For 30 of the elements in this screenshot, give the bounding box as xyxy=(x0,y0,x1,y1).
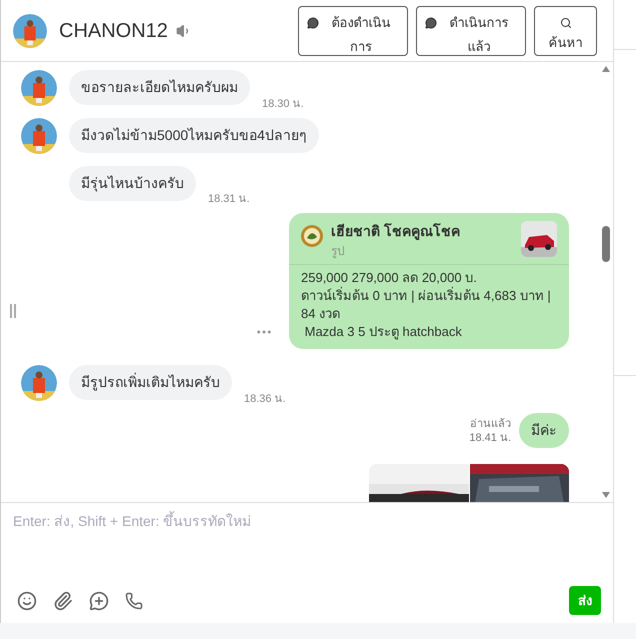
message-time: 18.31 น. xyxy=(208,192,250,206)
emoji-icon[interactable] xyxy=(17,590,37,610)
header-button[interactable]: ค้นหา xyxy=(534,6,597,56)
message-input[interactable]: Enter: ส่ง, Shift + Enter: ขึ้นบรรทัดใหม่ xyxy=(13,503,601,586)
message-time: 18.41 น. xyxy=(469,430,511,444)
search-icon xyxy=(560,16,572,28)
add-chat-icon[interactable] xyxy=(89,590,109,610)
shop-logo xyxy=(301,225,323,247)
header-button[interactable]: ต้องดำเนินการ xyxy=(298,6,408,56)
contact-name: CHANON12 xyxy=(59,18,168,44)
attachment-icon[interactable] xyxy=(53,590,73,610)
message-time: 18.36 น. xyxy=(244,392,286,406)
card-text: Mazda 3 5 ประตู hatchback xyxy=(304,323,463,341)
product-card[interactable]: เฮียชาติ โชคคูณโชค รูป 259,000 279,000 ลด 20,000 บ. ดาวน์เริ่มต้น 0 บาท | ผ่อนเริ่มต้น 4,683 บาท | 84 งวด Mazda 3 5 ประตู hatchback xyxy=(289,213,569,349)
message-bubble: มีค่ะ xyxy=(519,413,569,448)
header-button[interactable]: ดำเนินการแล้ว xyxy=(416,6,526,56)
phone-icon[interactable] xyxy=(125,592,143,610)
message-bubble: มีงวดไม่ข้าม5000ไหมครับขอ4ปลายๆ xyxy=(69,118,319,153)
card-text: 259,000 279,000 ลด 20,000 บ. xyxy=(301,269,478,286)
avatar xyxy=(13,14,47,48)
card-title: เฮียชาติ โชคคูณโชค xyxy=(331,222,461,242)
card-subtitle: รูป xyxy=(331,243,346,260)
chat-bubble-icon xyxy=(307,16,319,28)
message-time: 18.30 น. xyxy=(262,96,304,112)
message-bubble: ขอรายละเอียดไหมครับผม xyxy=(69,70,250,105)
message-bubble: มีรูปรถเพิ่มเติมไหมครับ xyxy=(69,365,232,400)
message-bubble: มีรุ่นไหนบ้างครับ xyxy=(69,166,196,201)
read-status: อ่านแล้ว xyxy=(470,416,511,430)
resize-handle-icon[interactable] xyxy=(10,304,16,318)
card-text: ดาวน์เริ่มต้น 0 บาท | ผ่อนเริ่มต้น 4,683 บาท | 84 งวด xyxy=(301,287,552,323)
